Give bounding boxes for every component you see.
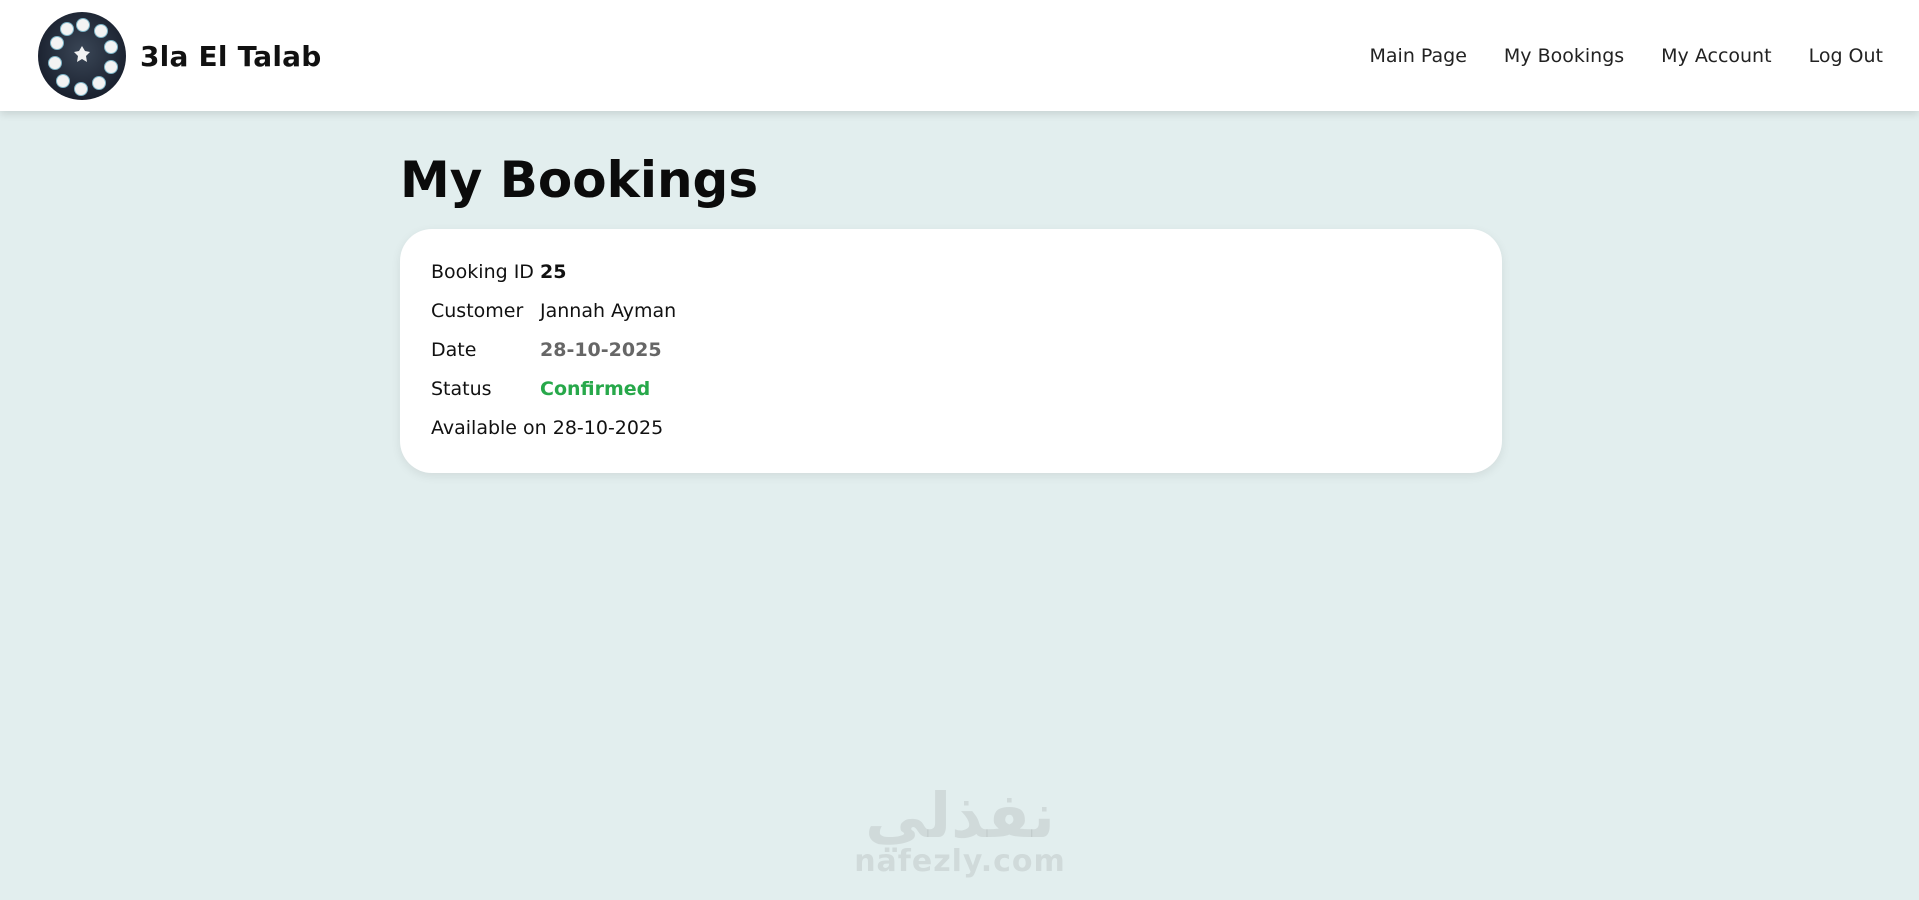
- date-value: 28-10-2025: [540, 339, 662, 361]
- nav-log-out[interactable]: Log Out: [1809, 45, 1883, 67]
- date-row: Date 28-10-2025: [431, 336, 662, 364]
- page-title: My Bookings: [400, 151, 759, 209]
- main-nav: Main Page My Bookings My Account Log Out: [1370, 0, 1884, 111]
- customer-label: Customer: [431, 300, 524, 322]
- booking-card: Booking ID 25 Customer Jannah Ayman Date…: [400, 229, 1502, 473]
- status-badge: Confirmed: [540, 378, 651, 400]
- nav-my-bookings[interactable]: My Bookings: [1504, 45, 1624, 67]
- booking-id-row: Booking ID 25: [431, 258, 566, 286]
- chef-icon: [74, 46, 90, 62]
- watermark-arabic: نفذلي: [865, 779, 1055, 852]
- nav-my-account[interactable]: My Account: [1661, 45, 1771, 67]
- nav-main-page[interactable]: Main Page: [1370, 45, 1467, 67]
- customer-row: Customer Jannah Ayman: [431, 297, 676, 325]
- brand[interactable]: 3la El Talab: [38, 12, 322, 100]
- booking-id-value: 25: [540, 261, 567, 283]
- top-navbar: 3la El Talab Main Page My Bookings My Ac…: [0, 0, 1919, 111]
- date-label: Date: [431, 339, 477, 361]
- brand-name: 3la El Talab: [140, 39, 322, 73]
- availability-row: Available on 28-10-2025: [431, 414, 663, 442]
- watermark: نفذلي nafezly.com: [850, 785, 1070, 877]
- brand-logo-icon: [38, 12, 126, 100]
- status-row: Status Confirmed: [431, 375, 650, 403]
- customer-value: Jannah Ayman: [540, 300, 677, 322]
- watermark-latin: nafezly.com: [854, 844, 1066, 879]
- booking-id-label: Booking ID: [431, 261, 534, 283]
- status-label: Status: [431, 378, 492, 400]
- availability-text: Available on 28-10-2025: [431, 417, 664, 439]
